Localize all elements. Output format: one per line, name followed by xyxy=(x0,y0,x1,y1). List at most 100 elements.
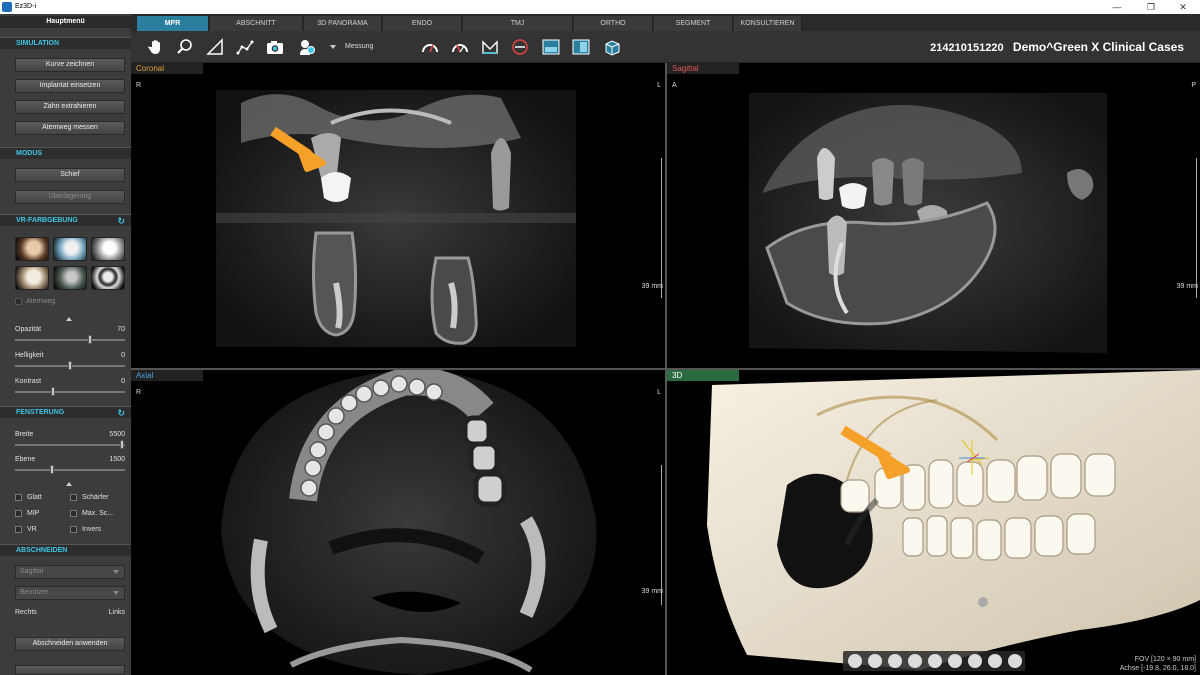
camera-icon[interactable] xyxy=(266,38,284,56)
width-value: 5500 xyxy=(109,431,125,438)
axial-viewport[interactable]: Axial R L 39 mm xyxy=(131,370,665,675)
toolbar: Messung 214210151220 Demo^Green X Clinic… xyxy=(131,31,1200,63)
smooth-checkbox[interactable] xyxy=(15,494,22,501)
tab-ortho[interactable]: ORTHO xyxy=(574,16,653,31)
coronal-ct-image[interactable] xyxy=(131,63,665,368)
opacity-slider[interactable] xyxy=(15,335,125,344)
coronal-viewport[interactable]: Coronal R L 39 mm xyxy=(131,63,665,368)
opacity-label: Opazität xyxy=(15,326,42,333)
view-head-icon[interactable] xyxy=(988,654,1002,668)
main-menu-header[interactable]: Hauptmenü xyxy=(0,16,131,28)
refresh-icon[interactable]: ↻ xyxy=(117,215,125,227)
pan-hand-icon[interactable] xyxy=(147,38,165,56)
sagittal-viewport[interactable]: Sagittal A P 39 mm xyxy=(667,63,1200,368)
polyline-measure-icon[interactable] xyxy=(236,38,254,56)
max-sc-checkbox[interactable] xyxy=(70,510,77,517)
sagittal-label: Sagittal xyxy=(667,63,739,74)
view-front-icon[interactable] xyxy=(848,654,862,668)
section-title: FENSTERUNG xyxy=(16,409,65,416)
tab-consult[interactable]: KONSULTIEREN xyxy=(734,16,802,31)
chevron-down-icon[interactable] xyxy=(329,43,337,51)
collapse-icon[interactable] xyxy=(66,482,72,486)
nerve-canal-icon[interactable] xyxy=(481,38,499,56)
layout-icon[interactable] xyxy=(542,38,560,56)
invert-checkbox[interactable] xyxy=(70,526,77,533)
slider-handle[interactable] xyxy=(68,361,72,370)
vr-preset-xray[interactable] xyxy=(91,266,125,290)
draw-curve-button[interactable]: Kurve zeichnen xyxy=(15,58,125,72)
contrast-value: 0 xyxy=(121,378,125,385)
chevron-down-icon xyxy=(113,591,119,595)
overlay-button[interactable]: Überlagerung xyxy=(15,190,125,204)
slider-handle[interactable] xyxy=(50,465,54,474)
reset-target-icon[interactable] xyxy=(511,38,529,56)
slider-handle[interactable] xyxy=(88,335,92,344)
mip-checkbox[interactable] xyxy=(15,510,22,517)
next-button-partial[interactable] xyxy=(15,665,125,675)
density-gauge-icon[interactable] xyxy=(421,38,439,56)
oblique-button[interactable]: Schief xyxy=(15,168,125,182)
axial-orient-right: L xyxy=(657,389,661,396)
airway-checkbox[interactable] xyxy=(15,298,22,305)
crop-view-select[interactable]: Sagittal xyxy=(15,565,125,579)
section-windowing: FENSTERUNG ↻ xyxy=(0,406,131,418)
tab-3d-panorama[interactable]: 3D PANORAMA xyxy=(304,16,382,31)
insert-implant-button[interactable]: Implantat einsetzen xyxy=(15,79,125,93)
view-right-icon[interactable] xyxy=(908,654,922,668)
view-bottom-icon[interactable] xyxy=(948,654,962,668)
slider-handle[interactable] xyxy=(51,387,55,396)
extract-tooth-button[interactable]: Zahn extrahieren xyxy=(15,100,125,114)
sharpen-checkbox[interactable] xyxy=(70,494,77,501)
measure-label[interactable]: Messung xyxy=(345,43,373,50)
brightness-slider[interactable] xyxy=(15,361,125,370)
contrast-slider[interactable] xyxy=(15,387,125,396)
section-title: MODUS xyxy=(16,150,43,157)
vr-checkbox[interactable] xyxy=(15,526,22,533)
axial-ct-image[interactable] xyxy=(131,370,665,675)
refresh-icon[interactable]: ↻ xyxy=(117,407,125,419)
apply-crop-button[interactable]: Abschneiden anwenden xyxy=(15,637,125,651)
minimize-button[interactable]: — xyxy=(1102,1,1132,13)
view-skull-icon[interactable] xyxy=(968,654,982,668)
screen-layout-icon[interactable] xyxy=(572,38,590,56)
view-left-icon[interactable] xyxy=(888,654,902,668)
section-simulation: SIMULATION xyxy=(0,37,131,49)
vr-preset-soft[interactable] xyxy=(15,266,49,290)
sagittal-ct-image[interactable] xyxy=(667,63,1200,368)
crop-mode-select[interactable]: Benutzer xyxy=(15,586,125,600)
level-value: 1500 xyxy=(109,456,125,463)
view-top-icon[interactable] xyxy=(928,654,942,668)
annotation-person-icon[interactable] xyxy=(298,38,316,56)
tab-tmj[interactable]: TMJ xyxy=(463,16,573,31)
vr-preset-skin[interactable] xyxy=(15,237,49,261)
width-slider[interactable] xyxy=(15,440,125,449)
tab-mpr[interactable]: MPR xyxy=(137,16,209,31)
maximize-button[interactable]: ❐ xyxy=(1136,1,1166,13)
vr-preset-bone-blue[interactable] xyxy=(53,237,87,261)
collapse-icon[interactable] xyxy=(66,317,72,321)
level-slider[interactable] xyxy=(15,465,125,474)
viewport-divider-horizontal[interactable] xyxy=(131,368,1200,370)
patient-name: Demo^Green X Clinical Cases xyxy=(1012,40,1184,54)
title-bar: Ez3D-i — ❐ ✕ xyxy=(0,0,1200,14)
angle-measure-icon[interactable] xyxy=(206,38,224,56)
view-back-icon[interactable] xyxy=(868,654,882,668)
threed-render-image[interactable] xyxy=(667,370,1200,675)
zoom-icon[interactable] xyxy=(176,38,194,56)
level-label: Ebene xyxy=(15,456,36,463)
fov-info: FOV [120 × 90 mm] Achse [-19.8, 26.0, 18… xyxy=(1120,655,1196,673)
threed-viewport[interactable]: 3D FOV [120 × 90 mm] Achse [-19.8, 26.0,… xyxy=(667,370,1200,675)
volume-box-icon[interactable] xyxy=(603,38,621,56)
measure-airway-button[interactable]: Atemweg messen xyxy=(15,121,125,135)
vr-preset-teeth[interactable] xyxy=(53,266,87,290)
close-button[interactable]: ✕ xyxy=(1168,1,1198,13)
vr-preset-bone[interactable] xyxy=(91,237,125,261)
profile-gauge-icon[interactable] xyxy=(451,38,469,56)
tab-section[interactable]: ABSCHNITT xyxy=(210,16,303,31)
slider-handle[interactable] xyxy=(120,440,124,449)
tab-segment[interactable]: SEGMENT xyxy=(654,16,733,31)
section-modus: MODUS xyxy=(0,147,131,159)
view-reset-icon[interactable] xyxy=(1008,654,1022,668)
sagittal-scale-ruler xyxy=(1196,158,1197,298)
tab-endo[interactable]: ENDO xyxy=(383,16,462,31)
